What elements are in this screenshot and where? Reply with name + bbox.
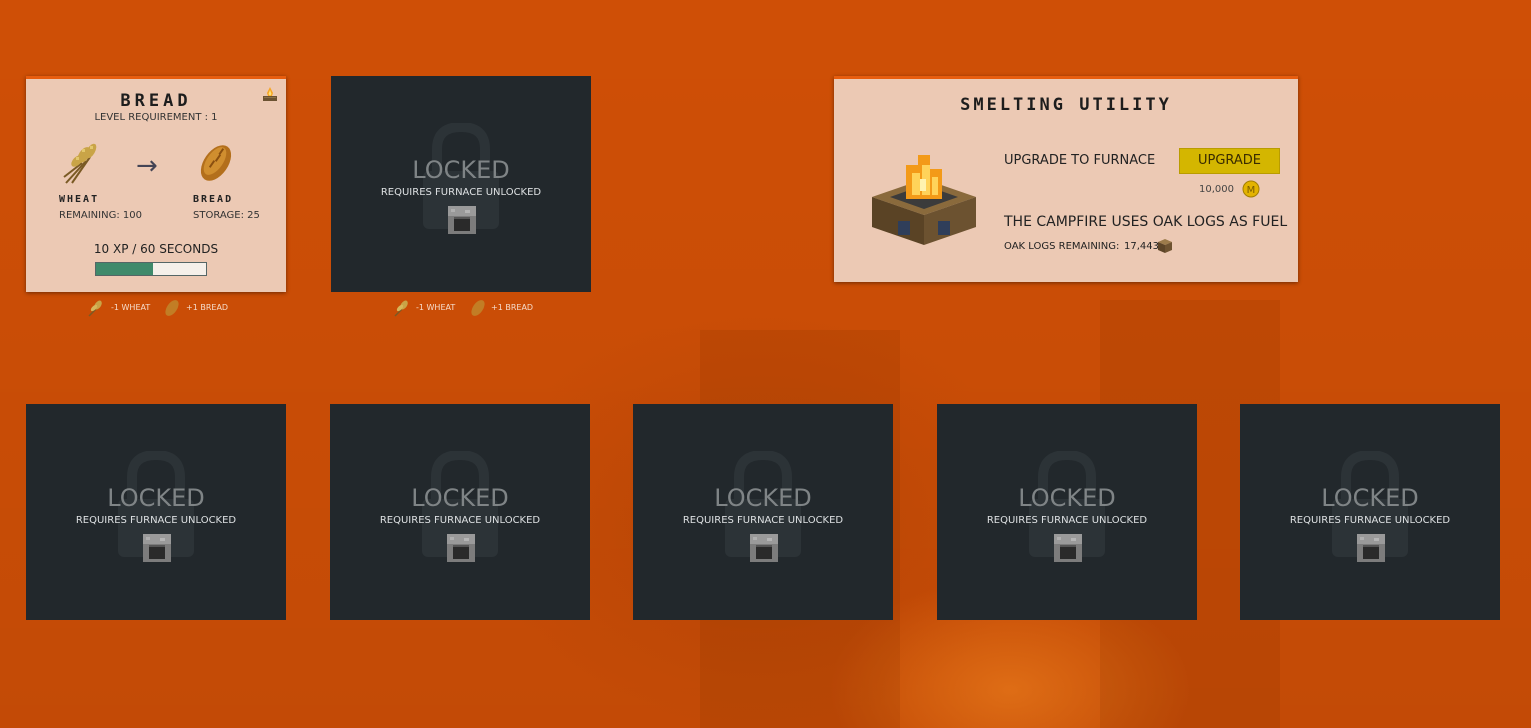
recipe-io-summary: -1 WHEAT +1 BREAD — [86, 298, 246, 318]
bread-icon — [471, 300, 485, 316]
progress-bar — [95, 262, 207, 276]
arrow-right-icon: → — [136, 151, 158, 181]
locked-requirement: REQUIRES FURNACE UNLOCKED — [75, 515, 237, 526]
furnace-icon — [447, 534, 475, 562]
output-item-storage: STORAGE: 25 — [193, 210, 260, 221]
xp-per-time: 10 XP / 60 SECONDS — [93, 242, 219, 256]
locked-slot: LOCKED REQUIRES FURNACE UNLOCKED — [633, 404, 893, 620]
output-item-name: BREAD — [193, 194, 234, 205]
output-delta: +1 BREAD — [186, 303, 229, 312]
upgrade-cost: 10,000 — [1199, 184, 1234, 195]
recipe-io-summary: -1 WHEAT +1 BREAD — [392, 298, 552, 318]
campfire-icon — [872, 155, 976, 245]
utility-title: SMELTING UTILITY — [960, 95, 1172, 115]
input-delta: -1 WHEAT — [416, 303, 456, 312]
locked-label: LOCKED — [714, 484, 812, 512]
wheat-icon — [88, 300, 102, 317]
locked-requirement: REQUIRES FURNACE UNLOCKED — [986, 515, 1148, 526]
locked-label: LOCKED — [412, 156, 510, 184]
smelting-utility-panel: SMELTING UTILITY UPGRADE TO FURNACE UPGR… — [834, 76, 1298, 282]
upgrade-button[interactable]: UPGRADE — [1179, 148, 1280, 174]
input-item-name: WHEAT — [59, 194, 100, 205]
output-delta: +1 BREAD — [491, 303, 534, 312]
locked-requirement: REQUIRES FURNACE UNLOCKED — [379, 515, 541, 526]
locked-slot: LOCKED REQUIRES FURNACE UNLOCKED — [331, 76, 591, 292]
locked-label: LOCKED — [107, 484, 205, 512]
bread-icon — [200, 145, 232, 181]
locked-requirement: REQUIRES FURNACE UNLOCKED — [682, 515, 844, 526]
fuel-description: THE CAMPFIRE USES OAK LOGS AS FUEL — [1004, 214, 1288, 230]
bread-icon — [165, 300, 179, 316]
furnace-icon — [1054, 534, 1082, 562]
furnace-icon — [448, 206, 476, 234]
locked-slot: LOCKED REQUIRES FURNACE UNLOCKED — [937, 404, 1197, 620]
logs-remaining-value: 17,443 — [1124, 241, 1159, 252]
progress-bar-fill — [96, 263, 154, 275]
furnace-icon — [750, 534, 778, 562]
locked-slot: LOCKED REQUIRES FURNACE UNLOCKED — [1240, 404, 1500, 620]
input-delta: -1 WHEAT — [111, 303, 151, 312]
coin-symbol: M — [1247, 185, 1256, 196]
locked-slot: LOCKED REQUIRES FURNACE UNLOCKED — [26, 404, 286, 620]
locked-label: LOCKED — [1321, 484, 1419, 512]
furnace-icon — [1357, 534, 1385, 562]
coin-icon: M — [1242, 180, 1260, 198]
locked-requirement: REQUIRES FURNACE UNLOCKED — [380, 187, 542, 198]
level-requirement: LEVEL REQUIREMENT : 1 — [94, 112, 218, 123]
wheat-icon — [63, 143, 97, 184]
locked-slot: LOCKED REQUIRES FURNACE UNLOCKED — [330, 404, 590, 620]
oak-log-icon — [1158, 239, 1172, 253]
locked-label: LOCKED — [1018, 484, 1116, 512]
wheat-icon — [394, 300, 408, 317]
recipe-title: BREAD — [120, 91, 192, 111]
input-item-remaining: REMAINING: 100 — [59, 210, 142, 221]
furnace-icon — [143, 534, 171, 562]
upgrade-label: UPGRADE TO FURNACE — [1004, 153, 1156, 168]
locked-requirement: REQUIRES FURNACE UNLOCKED — [1289, 515, 1451, 526]
locked-label: LOCKED — [411, 484, 509, 512]
logs-remaining-label: OAK LOGS REMAINING: — [1004, 241, 1120, 252]
recipe-card-bread[interactable]: BREAD LEVEL REQUIREMENT : 1 → WHEAT REMA… — [26, 76, 286, 292]
